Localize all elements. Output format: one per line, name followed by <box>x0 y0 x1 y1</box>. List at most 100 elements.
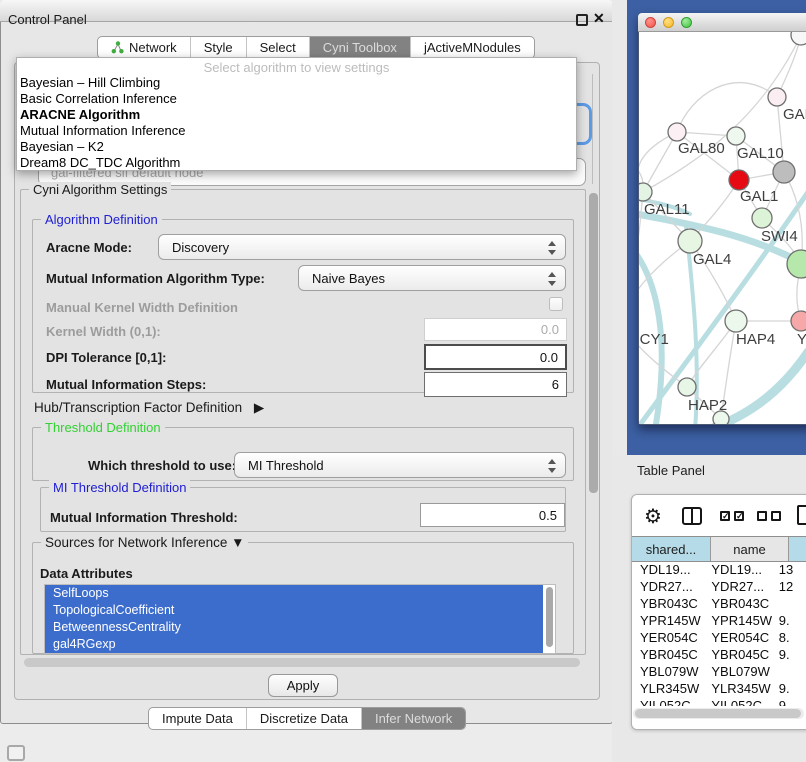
mi-steps-field[interactable]: 6 <box>424 372 567 397</box>
tab-network[interactable]: Network <box>98 37 191 58</box>
list-item-selected[interactable]: SelfLoops <box>45 585 543 602</box>
node-gray[interactable] <box>773 161 795 183</box>
tab-select[interactable]: Select <box>247 37 310 58</box>
tab-impute-data[interactable]: Impute Data <box>149 708 247 729</box>
network-icon <box>111 41 124 54</box>
select-all-checkbox-icon[interactable]: ✓ <box>734 511 744 521</box>
deselect-all-checkbox-icon[interactable] <box>771 511 781 521</box>
node-swi4[interactable] <box>752 208 772 228</box>
control-panel-titlebar[interactable] <box>0 0 613 22</box>
close-icon[interactable]: ✕ <box>593 10 605 27</box>
dropdown-item[interactable]: Bayesian – Hill Climbing <box>17 75 576 91</box>
panel-hscrollbar-thumb[interactable] <box>24 658 580 667</box>
tab-discretize-data-label: Discretize Data <box>260 711 348 726</box>
data-attributes-list[interactable]: SelfLoops TopologicalCoefficient Between… <box>44 584 556 654</box>
aracne-mode-value: Discovery <box>172 240 229 255</box>
zoom-traffic-light[interactable] <box>681 17 692 28</box>
table-row[interactable]: YBL079WYBL079W <box>632 664 806 681</box>
node-gal80[interactable] <box>668 123 686 141</box>
table-header-row: shared... name <box>632 536 806 562</box>
tab-discretize-data[interactable]: Discretize Data <box>247 708 362 729</box>
node-gal11[interactable] <box>639 183 652 201</box>
apply-button[interactable]: Apply <box>268 674 338 697</box>
dropdown-item[interactable]: Mutual Information Inference <box>17 123 576 139</box>
network-edge <box>639 241 690 321</box>
tab-infer-network-label: Infer Network <box>375 711 452 726</box>
table-cell: 12 <box>776 579 806 596</box>
table-row[interactable]: YPR145WYPR145W9. <box>632 613 806 630</box>
table-cell: 9. <box>776 613 806 630</box>
table-cell: YDL19... <box>632 562 704 579</box>
panel-dock-icon[interactable] <box>7 745 25 761</box>
hub-section-label[interactable]: Hub/Transcription Factor Definition ▶ <box>34 400 264 416</box>
cyni-algorithm-settings-title: Cyni Algorithm Settings <box>29 182 171 197</box>
node-hap2[interactable] <box>678 378 696 396</box>
deselect-all-checkbox-icon[interactable] <box>757 511 767 521</box>
table-cell: YPR145W <box>632 613 704 630</box>
table-cell: YER054C <box>632 630 704 647</box>
dropdown-item-selected[interactable]: ARACNE Algorithm <box>17 107 576 123</box>
table-row[interactable]: YBR043CYBR043C <box>632 596 806 613</box>
tab-impute-data-label: Impute Data <box>162 711 233 726</box>
node-gal1-red[interactable] <box>729 170 749 190</box>
node-gal10[interactable] <box>727 127 745 145</box>
dropdown-item[interactable]: Basic Correlation Inference <box>17 91 576 107</box>
screen: Control Panel ✕ Network Style Select Cyn… <box>0 0 806 762</box>
document-icon[interactable] <box>797 505 806 525</box>
collapse-arrow-icon[interactable]: ▼ <box>231 535 244 550</box>
mi-algorithm-type-label: Mutual Information Algorithm Type: <box>46 271 265 286</box>
mi-algorithm-type-value: Naive Bayes <box>312 271 385 286</box>
table-row[interactable]: YLR345WYLR345W9. <box>632 681 806 698</box>
node-label: GAL11 <box>644 201 690 218</box>
which-threshold-value: MI Threshold <box>248 458 324 473</box>
split-columns-icon[interactable] <box>682 507 702 525</box>
table-hscrollbar-thumb[interactable] <box>635 709 801 718</box>
table-row[interactable]: YIL052CYIL052C9. <box>632 698 806 706</box>
table-cell <box>776 596 806 613</box>
node-top-partial[interactable] <box>791 32 806 45</box>
table-row[interactable]: YBR045CYBR045C9. <box>632 647 806 664</box>
tab-style[interactable]: Style <box>191 37 247 58</box>
close-traffic-light[interactable] <box>645 17 656 28</box>
column-header-partial[interactable] <box>789 537 806 561</box>
node-gal4[interactable] <box>678 229 702 253</box>
node-hap4[interactable] <box>725 310 747 332</box>
float-window-icon[interactable] <box>576 14 588 26</box>
list-item-selected[interactable]: gal4RGexp <box>45 636 543 653</box>
table-row[interactable]: YDR27...YDR27...12 <box>632 579 806 596</box>
mi-algorithm-type-combo[interactable]: Naive Bayes <box>298 265 566 291</box>
dpi-tolerance-field[interactable]: 0.0 <box>424 344 567 370</box>
panel-vscrollbar-thumb[interactable] <box>589 193 598 493</box>
node-gal-pink[interactable] <box>768 88 786 106</box>
node-salmon[interactable] <box>791 311 806 331</box>
combo-arrows-icon <box>548 240 556 256</box>
table-row[interactable]: YDL19...YDL19...13 <box>632 562 806 579</box>
tab-infer-network[interactable]: Infer Network <box>362 708 465 729</box>
list-scrollbar-thumb[interactable] <box>546 587 553 647</box>
manual-kernel-checkbox[interactable] <box>549 297 563 311</box>
select-all-checkbox-icon[interactable]: ✓ <box>720 511 730 521</box>
table-cell: 8. <box>776 630 806 647</box>
minimize-traffic-light[interactable] <box>663 17 674 28</box>
control-panel-tabbar: Network Style Select Cyni Toolbox jActiv… <box>97 36 535 59</box>
tab-jactivemnodules[interactable]: jActiveMNodules <box>411 37 534 58</box>
list-item-selected[interactable]: BetweennessCentrality <box>45 619 543 636</box>
list-item-selected[interactable]: TopologicalCoefficient <box>45 602 543 619</box>
column-header-name[interactable]: name <box>711 537 789 561</box>
mi-threshold-field[interactable]: 0.5 <box>420 503 565 527</box>
kernel-width-field[interactable]: 0.0 <box>424 318 567 341</box>
tab-cyni-toolbox[interactable]: Cyni Toolbox <box>310 37 411 58</box>
node-bottom[interactable] <box>713 411 729 424</box>
gear-icon[interactable]: ⚙ <box>644 504 662 529</box>
expand-arrow-icon[interactable]: ▶ <box>254 400 264 415</box>
dropdown-item[interactable]: Bayesian – K2 <box>17 139 576 155</box>
dropdown-item[interactable]: Dream8 DC_TDC Algorithm <box>17 155 576 171</box>
mi-threshold-value: 0.5 <box>539 508 557 523</box>
aracne-mode-combo[interactable]: Discovery <box>158 234 566 260</box>
network-canvas[interactable]: GALGAL80GAL10GAL1GAL11SWI4GAL4GCY1HAP4YH… <box>639 32 806 424</box>
tab-jactivemnodules-label: jActiveMNodules <box>424 40 521 55</box>
combo-arrows-icon <box>548 458 556 474</box>
which-threshold-combo[interactable]: MI Threshold <box>234 452 566 478</box>
table-row[interactable]: YER054CYER054C8. <box>632 630 806 647</box>
column-header-shared[interactable]: shared... <box>632 537 711 561</box>
